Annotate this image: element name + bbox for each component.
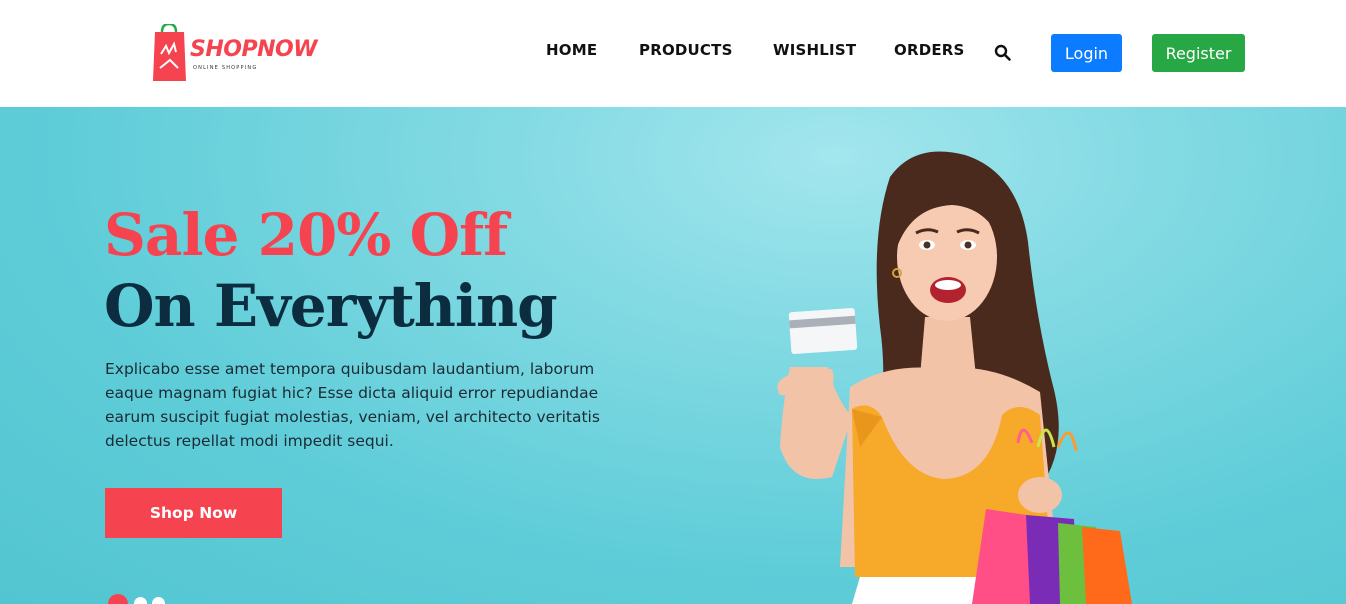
logo-name: SHOPNOW xyxy=(190,37,317,62)
hero-headline-everything: On Everything xyxy=(104,272,558,340)
hero-description: Explicabo esse amet tempora quibusdam la… xyxy=(105,360,600,450)
hero-model-image xyxy=(777,151,1132,604)
nav-orders[interactable]: ORDERS xyxy=(894,41,965,59)
logo-tagline: ONLINE SHOPPING xyxy=(193,65,258,71)
slider-dot-3[interactable] xyxy=(152,597,165,604)
slider-dot-1[interactable] xyxy=(108,594,128,604)
nav-wishlist[interactable]: WISHLIST xyxy=(773,41,856,59)
site-header: SHOPNOW ONLINE SHOPPING HOME PRODUCTS WI… xyxy=(0,0,1346,107)
logo[interactable]: SHOPNOW ONLINE SHOPPING xyxy=(150,22,340,84)
search-icon[interactable] xyxy=(994,44,1012,62)
slider-dot-2[interactable] xyxy=(134,597,147,604)
nav-home[interactable]: HOME xyxy=(546,41,597,59)
shopping-bag-icon xyxy=(153,24,186,81)
login-button[interactable]: Login xyxy=(1051,34,1122,72)
nav-products[interactable]: PRODUCTS xyxy=(639,41,733,59)
hero-headline-sale: Sale 20% Off xyxy=(104,201,508,269)
hero-banner: Sale 20% Off On Everything Explicabo ess… xyxy=(0,107,1346,604)
shop-now-button[interactable]: Shop Now xyxy=(105,488,282,538)
register-button[interactable]: Register xyxy=(1152,34,1245,72)
